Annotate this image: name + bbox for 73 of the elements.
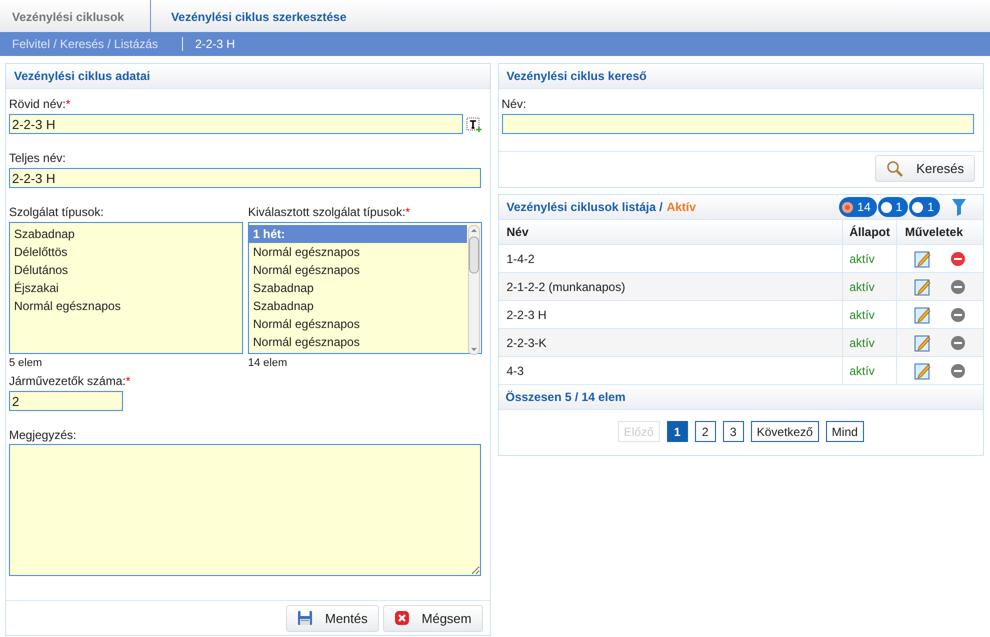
- list-option[interactable]: Szabadnap: [249, 297, 467, 315]
- note-field[interactable]: [9, 444, 481, 576]
- list-option[interactable]: Normál egésznapos: [249, 261, 467, 279]
- status-text: aktív: [849, 252, 875, 266]
- field-label: Kiválasztott szolgálat típusok:: [248, 205, 406, 219]
- list-option[interactable]: Normál egésznapos: [249, 243, 467, 261]
- edit-icon[interactable]: [914, 334, 932, 352]
- table-cell: 1-4-2: [506, 252, 535, 266]
- table-cell: 2-2-3-K: [506, 336, 547, 350]
- item-count: 5 elem: [9, 357, 44, 369]
- page-button[interactable]: 1: [666, 421, 688, 442]
- list-option[interactable]: Éjszakai: [10, 279, 242, 297]
- scrollbar-icon: [468, 225, 480, 355]
- page-button[interactable]: 3: [722, 421, 744, 442]
- required-mark: *: [66, 97, 70, 111]
- field-label: Teljes név:: [9, 151, 66, 165]
- list-option[interactable]: Délelőttös: [10, 243, 242, 261]
- list-option[interactable]: Normál egésznapos: [10, 297, 242, 315]
- edit-icon[interactable]: [914, 278, 932, 296]
- table-cell: 2-1-2-2 (munkanapos): [506, 280, 626, 294]
- field-label: Rövid név:: [9, 97, 66, 111]
- page-button[interactable]: 2: [694, 421, 716, 442]
- column-header: Műveletek: [905, 225, 964, 239]
- status-text: aktív: [849, 364, 875, 378]
- filter-toggle[interactable]: 1: [878, 197, 908, 217]
- next-button[interactable]: Következő: [750, 421, 819, 442]
- list-option[interactable]: Szabadnap: [249, 279, 467, 297]
- field-label: Járművezetők száma:: [9, 374, 126, 388]
- input-field[interactable]: 2-2-3 H: [9, 114, 463, 134]
- list-box[interactable]: Szabadnap Délelőttös Délutános Éjszakai Normál egésznapos: [9, 222, 243, 354]
- text-tool-icon: [466, 116, 482, 132]
- cancel-button[interactable]: Mégsem: [382, 604, 482, 632]
- list-option[interactable]: Normál egésznapos: [249, 315, 467, 333]
- list-option[interactable]: Délutános: [10, 261, 242, 279]
- breadcrumb-link[interactable]: 2-2-3 H: [183, 37, 248, 51]
- save-button[interactable]: Mentés: [286, 604, 379, 632]
- edit-icon[interactable]: [914, 362, 932, 380]
- status-text: aktív: [849, 280, 875, 294]
- delete-icon[interactable]: [950, 250, 966, 266]
- filter-toggle[interactable]: 14: [839, 197, 877, 217]
- search-icon: [886, 160, 904, 178]
- filter-toggle[interactable]: 1: [909, 197, 940, 217]
- filter-icon: [951, 198, 967, 216]
- item-count: 14 elem: [248, 357, 288, 369]
- column-header: Név: [506, 225, 529, 239]
- input-field[interactable]: 2: [9, 391, 123, 411]
- list-option[interactable]: 1 hét:: [249, 225, 467, 243]
- table-cell: 2-2-3 H: [506, 308, 547, 322]
- breadcrumb-item[interactable]: Vezénylési ciklus szerkesztése: [151, 0, 373, 32]
- table-cell: 4-3: [506, 364, 524, 378]
- list-option[interactable]: Normál egésznapos: [249, 333, 467, 351]
- list-option[interactable]: Szabadnap: [10, 225, 242, 243]
- input-field[interactable]: [502, 114, 974, 134]
- panel-title: Vezénylési ciklusok listája /: [506, 200, 663, 214]
- list-box[interactable]: 1 hét: Normál egésznapos Normál egésznapos Szabadnap Szabadnap Normál egésznapos Normál egésznapos: [248, 222, 482, 354]
- column-header: Állapot: [849, 225, 890, 239]
- status-text: aktív: [849, 336, 875, 350]
- edit-icon[interactable]: [914, 306, 932, 324]
- field-label: Megjegyzés:: [9, 428, 76, 442]
- filter-count: 1: [896, 199, 902, 216]
- field-label: Szolgálat típusok:: [9, 205, 104, 219]
- close-icon: [394, 610, 410, 626]
- required-mark: *: [126, 374, 130, 388]
- filter-count: 1: [927, 199, 934, 216]
- show-all-button[interactable]: Mind: [826, 421, 864, 442]
- field-label: Név:: [502, 97, 526, 111]
- input-field[interactable]: 2-2-3 H: [9, 168, 481, 188]
- filter-count: 14: [857, 199, 871, 216]
- edit-icon[interactable]: [914, 250, 932, 268]
- required-mark: *: [405, 205, 410, 219]
- filter-label: Aktív: [666, 200, 696, 214]
- status-text: aktív: [849, 308, 875, 322]
- search-button[interactable]: Keresés: [875, 155, 975, 182]
